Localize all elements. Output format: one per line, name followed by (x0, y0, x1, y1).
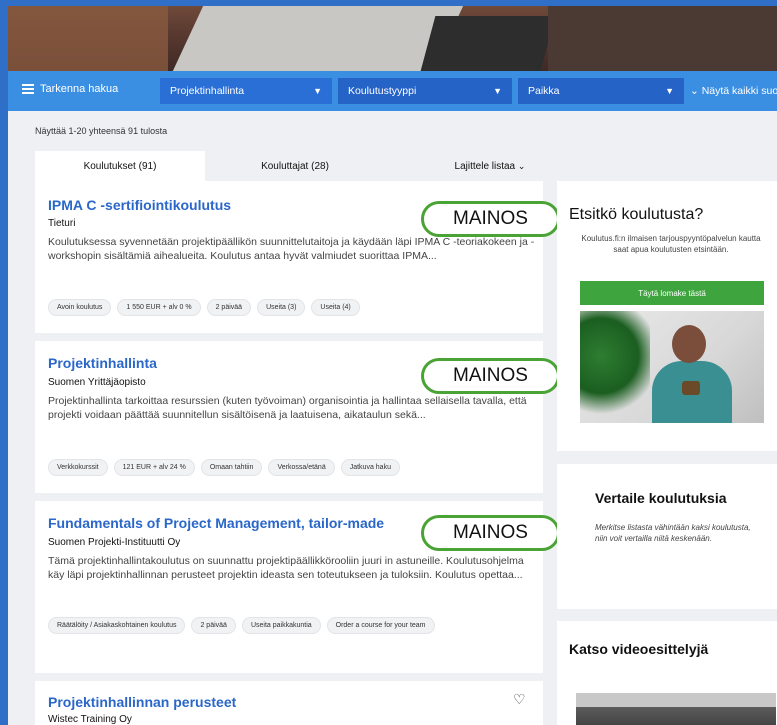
course-provider: Tieturi (48, 218, 76, 229)
fill-form-button[interactable]: Täytä lomake tästä (580, 281, 764, 305)
location-select[interactable]: Paikka ▼ (518, 78, 684, 104)
course-description: Projektinhallinta tarkoittaa resurssien … (48, 395, 527, 421)
tag: Useita (3) (257, 299, 306, 316)
course-title[interactable]: Projektinhallinta (48, 355, 157, 371)
course-tags: Verkkokurssit 121 EUR + alv 24 % Omaan t… (48, 459, 528, 476)
chevron-down-icon: ▼ (665, 86, 674, 96)
tag: Omaan tahtiin (200, 459, 263, 476)
chevron-down-icon: ⌄ (517, 160, 526, 171)
sliders-icon (22, 84, 34, 94)
training-type-select[interactable]: Koulutustyyppi ▼ (338, 78, 512, 104)
refine-search-label: Tarkenna hakua (40, 83, 119, 95)
ad-badge: MAINOS (421, 358, 560, 394)
tag: 121 EUR + alv 24 % (113, 459, 195, 476)
compare-title: Vertaile koulutuksia (595, 490, 727, 506)
tag: Räätälöity / Asiakaskohtainen koulutus (48, 617, 186, 634)
tag: Verkkokurssit (48, 459, 108, 476)
video-thumbnail[interactable] (576, 693, 776, 725)
tag: Order a course for your team (326, 617, 435, 634)
tag: 1 550 EUR + alv 0 % (117, 299, 201, 316)
course-card[interactable]: Projektinhallinnan perusteet Wistec Trai… (35, 681, 543, 725)
promo-photo (580, 311, 764, 423)
find-training-title: Etsitkö koulutusta? (569, 206, 704, 223)
course-provider: Suomen Yrittäjäopisto (48, 377, 146, 388)
course-tags: Räätälöity / Asiakaskohtainen koulutus 2… (48, 617, 528, 634)
course-title[interactable]: IPMA C -sertifiointikoulutus (48, 197, 231, 213)
ad-badge: MAINOS (421, 201, 560, 237)
filter-bar: Tarkenna hakua Projektinhallinta ▼ Koulu… (8, 71, 777, 111)
tag: 2 päivää (206, 299, 252, 316)
course-tags: Avoin koulutus 1 550 EUR + alv 0 % 2 päi… (48, 299, 528, 316)
heart-icon[interactable]: ♡ (513, 691, 526, 708)
find-training-box: Etsitkö koulutusta? Koulutus.fi:n ilmais… (557, 181, 777, 451)
course-title[interactable]: Projektinhallinnan perusteet (48, 694, 236, 710)
tab-trainers[interactable]: Kouluttajat (28) (225, 151, 365, 181)
course-provider: Suomen Projekti-Instituutti Oy (48, 537, 181, 548)
tag: Verkossa/etänä (268, 459, 335, 476)
course-description: Tämä projektinhallintakoulutus on suunna… (48, 555, 524, 581)
compare-box: Vertaile koulutuksia Merkitse listasta v… (557, 464, 777, 609)
result-count: Näyttää 1-20 yhteensä 91 tulosta (35, 126, 168, 136)
find-training-text: Koulutus.fi:n ilmaisen tarjouspyyntöpalv… (581, 234, 761, 254)
tag: Jatkuva haku (340, 459, 400, 476)
course-card[interactable]: IPMA C -sertifiointikoulutus Tieturi Kou… (35, 181, 560, 333)
video-box: Katso videoesittelyjä (557, 621, 777, 725)
tag: 2 päivää (191, 617, 236, 634)
topic-select[interactable]: Projektinhallinta ▼ (160, 78, 332, 104)
compare-text: Merkitse listasta vähintään kaksi koulut… (595, 523, 751, 543)
sort-list-dropdown[interactable]: Lajittele listaa ⌄ (435, 151, 545, 181)
tag: Avoin koulutus (48, 299, 112, 316)
tab-courses[interactable]: Koulutukset (91) (35, 151, 205, 181)
chevron-down-icon: ▼ (313, 86, 322, 96)
course-card[interactable]: Fundamentals of Project Management, tail… (35, 501, 560, 673)
page: Tarkenna hakua Projektinhallinta ▼ Koulu… (8, 6, 777, 725)
result-tabs: Koulutukset (91) Kouluttajat (28) Lajitt… (35, 151, 549, 181)
tag: Useita paikkakuntia (241, 617, 321, 634)
course-description: Koulutuksessa syvennetään projektipäälli… (48, 236, 535, 262)
show-all-filters-link[interactable]: ⌄ Näytä kaikki suo (690, 85, 777, 97)
refine-search-button[interactable]: Tarkenna hakua (22, 83, 118, 95)
video-title: Katso videoesittelyjä (569, 641, 709, 657)
chevron-down-icon: ▼ (493, 86, 502, 96)
course-provider: Wistec Training Oy (48, 714, 132, 725)
ad-badge: MAINOS (421, 515, 560, 551)
hero-image (8, 6, 777, 71)
course-card[interactable]: Projektinhallinta Suomen Yrittäjäopisto … (35, 341, 560, 493)
tag: Useita (4) (311, 299, 360, 316)
